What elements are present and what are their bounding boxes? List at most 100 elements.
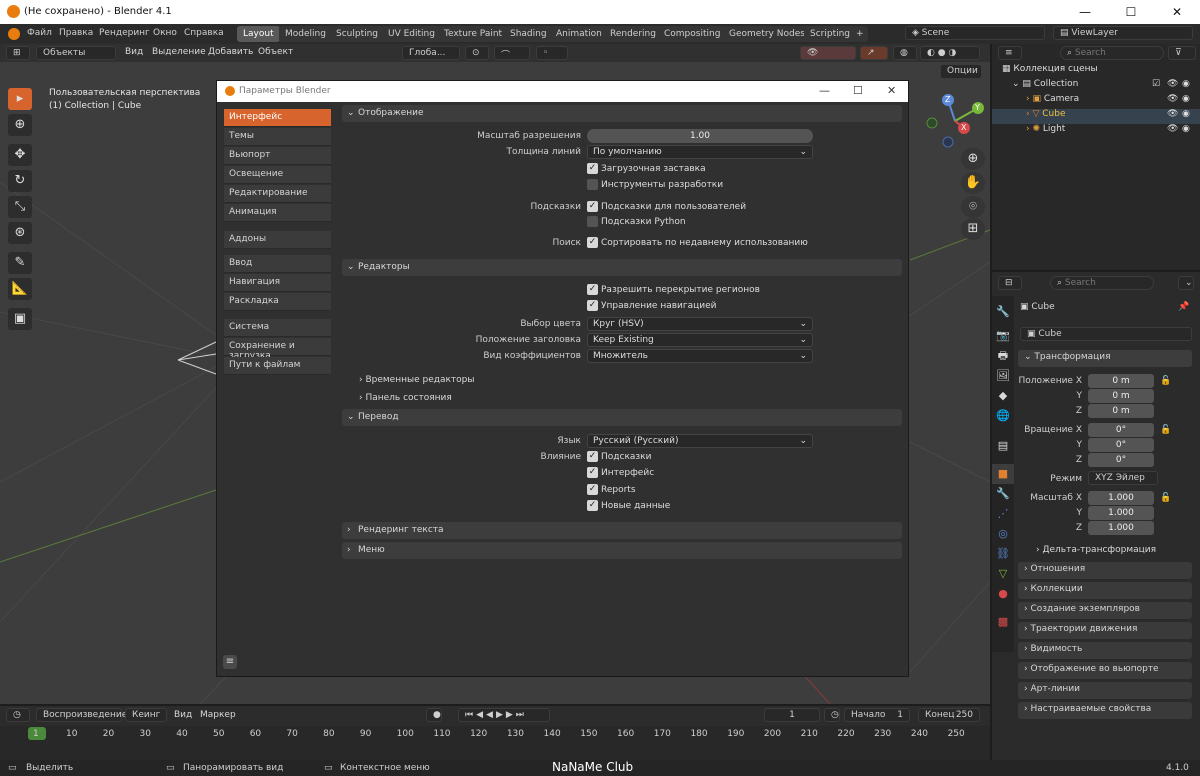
user-tooltips-checkbox[interactable]: ✓ Подсказки для пользователей bbox=[587, 201, 746, 213]
nav-interface[interactable]: Интерфейс bbox=[224, 109, 331, 127]
workspace-tab-compositing[interactable]: Compositing bbox=[658, 26, 727, 42]
workspace-tab-shading[interactable]: Shading bbox=[504, 26, 553, 42]
viewlayer-selector[interactable]: ▤ ViewLayer bbox=[1053, 26, 1193, 40]
dialog-close-button[interactable]: ✕ bbox=[887, 84, 896, 97]
chevron-down-icon[interactable]: ⌄ bbox=[1178, 276, 1194, 290]
lock-icon[interactable]: 🔓 bbox=[1160, 425, 1171, 435]
region-overlap-checkbox[interactable]: ✓ Разрешить перекрытие регионов bbox=[587, 284, 760, 296]
translate-reports-checkbox[interactable]: ✓ Reports bbox=[587, 484, 636, 496]
cursor-tool-icon[interactable]: ⊕ bbox=[8, 114, 32, 136]
menu-edit[interactable]: Правка bbox=[59, 28, 93, 38]
outliner-search-input[interactable]: ⌕ Search bbox=[1060, 46, 1164, 60]
ortho-toggle-icon[interactable]: ⊞ bbox=[961, 218, 985, 240]
section-menus-header[interactable]: › Меню bbox=[342, 542, 902, 559]
hamburger-menu-icon[interactable]: ≡ bbox=[223, 655, 237, 669]
render-tab-icon[interactable]: 📷 bbox=[992, 326, 1014, 346]
world-tab-icon[interactable]: 🌐 bbox=[992, 406, 1014, 426]
workspace-tab-animation[interactable]: Animation bbox=[550, 26, 608, 42]
add-workspace-icon[interactable]: + bbox=[852, 26, 868, 42]
panel-motion-paths[interactable]: › Траектории движения bbox=[1018, 622, 1192, 639]
texture-tab-icon[interactable]: ▩ bbox=[992, 612, 1014, 632]
workspace-tab-geometry-nodes[interactable]: Geometry Nodes bbox=[723, 26, 811, 42]
workspace-tab-modeling[interactable]: Modeling bbox=[279, 26, 332, 42]
camera-render-icon[interactable]: ◉ bbox=[1182, 79, 1190, 89]
location-z-field[interactable]: 0 m bbox=[1088, 404, 1154, 418]
filter-icon[interactable]: ⊽ bbox=[1168, 46, 1196, 60]
camera-render-icon[interactable]: ◉ bbox=[1182, 109, 1190, 119]
playback-controls[interactable]: ⏮◀◀▶▶⏭ bbox=[458, 708, 550, 722]
eye-icon[interactable]: 👁 bbox=[1167, 94, 1178, 104]
section-text-rendering-header[interactable]: › Рендеринг текста bbox=[342, 522, 902, 539]
scale-z-field[interactable]: 1.000 bbox=[1088, 521, 1154, 535]
rotate-tool-icon[interactable]: ↻ bbox=[8, 170, 32, 192]
header-position-select[interactable]: Keep Existing ⌄ bbox=[587, 333, 813, 347]
timeline-marker-menu[interactable]: Маркер bbox=[200, 710, 236, 720]
nav-controls-checkbox[interactable]: ✓ Управление навигацией bbox=[587, 300, 716, 312]
menu-render[interactable]: Рендеринг bbox=[99, 28, 150, 38]
scale-tool-icon[interactable]: ⤡ bbox=[8, 196, 32, 218]
pivot-icon[interactable]: ⊙ bbox=[465, 46, 489, 60]
navigation-gizmo[interactable]: Z Y X bbox=[924, 90, 986, 152]
menu-add[interactable]: Добавить bbox=[208, 47, 253, 57]
outliner-camera[interactable]: › ▣ Camera 👁 ◉ bbox=[992, 94, 1200, 109]
timeline-editor-type-icon[interactable]: ◷ bbox=[6, 708, 30, 722]
nav-save-load[interactable]: Сохранение и загрузка bbox=[224, 338, 331, 361]
status-bar-subpanel[interactable]: › Панель состояния bbox=[359, 393, 452, 403]
scale-x-field[interactable]: 1.000 bbox=[1088, 491, 1154, 505]
menu-view[interactable]: Вид bbox=[125, 47, 143, 57]
camera-render-icon[interactable]: ◉ bbox=[1182, 94, 1190, 104]
move-tool-icon[interactable]: ✥ bbox=[8, 144, 32, 166]
rotation-mode-select[interactable]: XYZ Эйлер bbox=[1088, 471, 1158, 485]
workspace-tab-rendering[interactable]: Rendering bbox=[604, 26, 662, 42]
location-y-field[interactable]: 0 m bbox=[1088, 389, 1154, 403]
snap-icon[interactable]: ⌒ bbox=[494, 46, 530, 61]
location-x-field[interactable]: 0 m bbox=[1088, 374, 1154, 388]
factor-display-select[interactable]: Множитель ⌄ bbox=[587, 349, 813, 363]
eye-icon[interactable]: 👁 bbox=[1167, 79, 1178, 89]
rotation-x-field[interactable]: 0° bbox=[1088, 423, 1154, 437]
nav-lighting[interactable]: Освещение bbox=[224, 166, 331, 184]
workspace-tab-layout[interactable]: Layout bbox=[237, 26, 280, 42]
transform-tool-icon[interactable]: ⊛ bbox=[8, 222, 32, 244]
tool-tab-icon[interactable]: 🔧 bbox=[992, 302, 1014, 322]
pan-view-icon[interactable]: ✋ bbox=[961, 172, 985, 194]
menu-object[interactable]: Объект bbox=[258, 47, 293, 57]
modifier-tab-icon[interactable]: 🔧 bbox=[992, 484, 1014, 504]
workspace-tab-sculpting[interactable]: Sculpting bbox=[330, 26, 385, 42]
panel-custom-properties[interactable]: › Настраиваемые свойства bbox=[1018, 702, 1192, 719]
clock-icon[interactable]: ◷ bbox=[824, 708, 840, 722]
scene-selector[interactable]: ◈ Scene bbox=[905, 26, 1045, 40]
line-width-select[interactable]: По умолчанию ⌄ bbox=[587, 145, 813, 159]
output-tab-icon[interactable]: 🖶 bbox=[992, 346, 1014, 366]
lock-icon[interactable]: 🔓 bbox=[1160, 493, 1171, 503]
visibility-icon[interactable]: 👁 bbox=[800, 46, 856, 60]
language-select[interactable]: Русский (Русский) ⌄ bbox=[587, 434, 813, 448]
resolution-scale-field[interactable]: 1.00 bbox=[587, 129, 813, 143]
nav-keymap[interactable]: Раскладка bbox=[224, 293, 331, 311]
translate-newdata-checkbox[interactable]: ✓ Новые данные bbox=[587, 500, 670, 512]
annotate-tool-icon[interactable]: ✎ bbox=[8, 252, 32, 274]
translate-interface-checkbox[interactable]: ✓ Интерфейс bbox=[587, 467, 654, 479]
python-tooltips-checkbox[interactable]: Подсказки Python bbox=[587, 216, 686, 228]
rotation-y-field[interactable]: 0° bbox=[1088, 438, 1154, 452]
orientation-selector[interactable]: Глоба... bbox=[402, 46, 460, 60]
transform-panel-header[interactable]: ⌄ Трансформация bbox=[1018, 350, 1192, 367]
dialog-minimize-button[interactable]: — bbox=[819, 84, 830, 97]
select-tool-icon[interactable]: ▸ bbox=[8, 88, 32, 110]
nav-editing[interactable]: Редактирование bbox=[224, 185, 331, 203]
menu-window[interactable]: Окно bbox=[153, 28, 177, 38]
checkbox-icon[interactable]: ☑ bbox=[1152, 79, 1160, 89]
panel-instancing[interactable]: › Создание экземпляров bbox=[1018, 602, 1192, 619]
props-search-input[interactable]: ⌕ Search bbox=[1050, 276, 1154, 290]
dialog-maximize-button[interactable]: ☐ bbox=[853, 84, 863, 97]
outliner-editor-type-icon[interactable]: ≡ bbox=[998, 46, 1022, 60]
nav-file-paths[interactable]: Пути к файлам bbox=[224, 357, 331, 375]
nav-navigation[interactable]: Навигация bbox=[224, 274, 331, 292]
options-button[interactable]: Опции bbox=[940, 64, 982, 79]
workspace-tab-uv-editing[interactable]: UV Editing bbox=[382, 26, 441, 42]
outliner-light[interactable]: › ✺ Light 👁 ◉ bbox=[992, 124, 1200, 139]
mode-selector[interactable]: Объекты bbox=[36, 46, 116, 60]
gizmo-toggle-icon[interactable]: ↗ bbox=[860, 46, 888, 60]
proportional-edit-icon[interactable]: ◦ bbox=[536, 46, 568, 60]
editor-type-icon[interactable]: ⊞ bbox=[6, 46, 30, 60]
